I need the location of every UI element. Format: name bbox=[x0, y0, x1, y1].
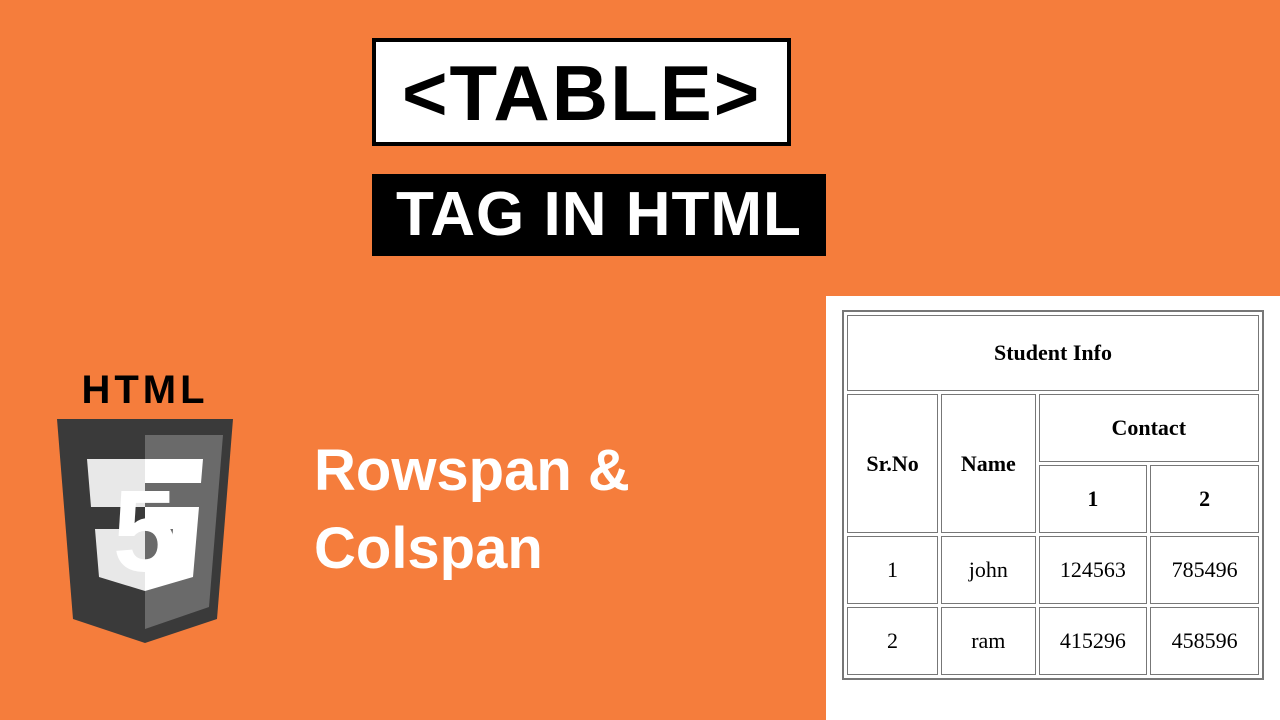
html5-logo: HTML 5 bbox=[30, 368, 260, 649]
subtext: Rowspan & Colspan bbox=[314, 432, 630, 589]
title-text: <TABLE> bbox=[402, 49, 761, 137]
subtext-line1: Rowspan & bbox=[314, 432, 630, 510]
cell-name: john bbox=[941, 536, 1035, 604]
table-header-row: Sr.No Name Contact bbox=[847, 394, 1259, 462]
cell-contact2: 785496 bbox=[1150, 536, 1259, 604]
subtext-line2: Colspan bbox=[314, 510, 630, 588]
table-row: 2 ram 415296 458596 bbox=[847, 607, 1259, 675]
student-info-table: Student Info Sr.No Name Contact 1 2 1 jo… bbox=[842, 310, 1264, 680]
table-caption-row: Student Info bbox=[847, 315, 1259, 391]
example-table-panel: Student Info Sr.No Name Contact 1 2 1 jo… bbox=[826, 296, 1280, 720]
svg-text:5: 5 bbox=[113, 466, 178, 596]
title-box: <TABLE> bbox=[372, 38, 791, 146]
cell-name: ram bbox=[941, 607, 1035, 675]
th-srno: Sr.No bbox=[847, 394, 938, 533]
table-caption: Student Info bbox=[847, 315, 1259, 391]
th-contact: Contact bbox=[1039, 394, 1259, 462]
cell-contact1: 124563 bbox=[1039, 536, 1148, 604]
cell-srno: 1 bbox=[847, 536, 938, 604]
cell-srno: 2 bbox=[847, 607, 938, 675]
cell-contact2: 458596 bbox=[1150, 607, 1259, 675]
html5-logo-label: HTML bbox=[30, 368, 260, 413]
table-row: 1 john 124563 785496 bbox=[847, 536, 1259, 604]
html5-shield-icon: 5 bbox=[45, 419, 245, 649]
cell-contact1: 415296 bbox=[1039, 607, 1148, 675]
subtitle-text: TAG IN HTML bbox=[396, 180, 802, 249]
subtitle-box: TAG IN HTML bbox=[372, 174, 826, 256]
th-contact-2: 2 bbox=[1150, 465, 1259, 533]
th-name: Name bbox=[941, 394, 1035, 533]
th-contact-1: 1 bbox=[1039, 465, 1148, 533]
